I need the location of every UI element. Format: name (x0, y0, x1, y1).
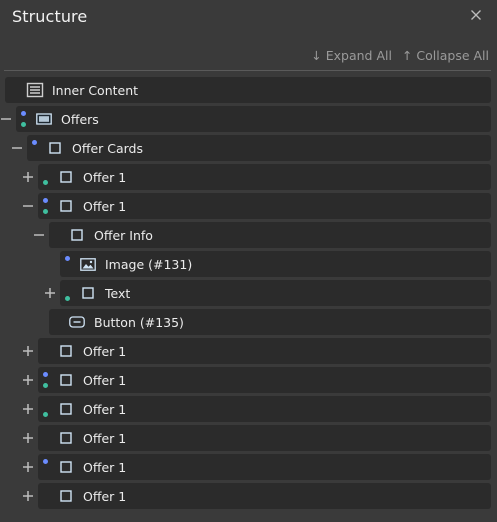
tree-item-label: Inner Content (52, 82, 139, 98)
status-dots (64, 281, 72, 305)
section-icon (34, 106, 54, 132)
expand-toggle[interactable] (22, 345, 34, 357)
blue-status-dot (21, 111, 26, 116)
tree-item[interactable]: Inner Content (5, 77, 491, 103)
status-dots (20, 107, 28, 131)
green-status-dot (43, 180, 48, 185)
plus-icon (23, 404, 33, 414)
tree-item-label: Offer 1 (83, 459, 127, 475)
tree-item-label: Offer 1 (83, 488, 127, 504)
tree-item-label: Offer 1 (83, 169, 127, 185)
plus-icon (23, 346, 33, 356)
container-icon (56, 483, 76, 509)
status-dots (64, 252, 72, 276)
blue-status-dot (43, 198, 48, 203)
container-icon (78, 280, 98, 306)
close-button[interactable] (467, 6, 485, 24)
minus-icon (34, 234, 44, 236)
image-icon (78, 251, 98, 277)
container-icon (45, 135, 65, 161)
tree-item-label: Offer 1 (83, 430, 127, 446)
collapse-toggle[interactable] (33, 229, 45, 241)
container-icon (56, 367, 76, 393)
tree-item[interactable]: Text (60, 280, 491, 306)
expand-toggle[interactable] (22, 490, 34, 502)
expand-toggle[interactable] (22, 403, 34, 415)
collapse-toggle[interactable] (0, 113, 12, 125)
tree-item[interactable]: Offer 1 (38, 425, 491, 451)
expand-toggle[interactable] (22, 461, 34, 473)
container-icon (56, 338, 76, 364)
status-dots (42, 455, 50, 479)
tree-item-label: Offers (61, 111, 99, 127)
green-status-dot (21, 122, 26, 127)
minus-icon (1, 118, 11, 120)
minus-icon (23, 205, 33, 207)
tree-item-label: Image (#131) (105, 256, 193, 272)
container-icon (56, 454, 76, 480)
panel-title: Structure (12, 7, 88, 26)
plus-icon (23, 172, 33, 182)
blue-status-dot (65, 256, 70, 261)
tree-item-label: Offer 1 (83, 372, 127, 388)
collapse-all-button[interactable]: ↑ Collapse All (402, 48, 489, 63)
plus-icon (23, 433, 33, 443)
tree-item-label: Offer 1 (83, 401, 127, 417)
expand-toggle[interactable] (44, 287, 56, 299)
container-icon (67, 222, 87, 248)
expand-toggle[interactable] (22, 374, 34, 386)
tree-item[interactable]: Offer Cards (27, 135, 491, 161)
container-icon (56, 193, 76, 219)
tree-item[interactable]: Offers (16, 106, 491, 132)
minus-icon (12, 147, 22, 149)
expand-toggle[interactable] (22, 432, 34, 444)
collapse-toggle[interactable] (22, 200, 34, 212)
tree-item-label: Button (#135) (94, 314, 184, 330)
tree-item[interactable]: Offer 1 (38, 193, 491, 219)
content-list-icon (25, 77, 45, 103)
tree-item[interactable]: Offer 1 (38, 483, 491, 509)
tree-item[interactable]: Button (#135) (49, 309, 491, 335)
tree-item-label: Offer Cards (72, 140, 144, 156)
tree-item[interactable]: Offer 1 (38, 454, 491, 480)
tree-item[interactable]: Offer 1 (38, 338, 491, 364)
status-dots (42, 397, 50, 421)
tree-item[interactable]: Image (#131) (60, 251, 491, 277)
tree-item[interactable]: Offer 1 (38, 396, 491, 422)
tree-item-label: Offer Info (94, 227, 153, 243)
plus-icon (45, 288, 55, 298)
container-icon (56, 425, 76, 451)
status-dots (42, 194, 50, 218)
status-dots (31, 136, 39, 160)
toolbar-divider (4, 70, 491, 71)
green-status-dot (43, 209, 48, 214)
tree-item-label: Offer 1 (83, 198, 127, 214)
green-status-dot (43, 412, 48, 417)
tree-toolbar: ↓ Expand All ↑ Collapse All (311, 48, 489, 63)
plus-icon (23, 462, 33, 472)
tree-item-label: Text (105, 285, 131, 301)
collapse-toggle[interactable] (11, 142, 23, 154)
plus-icon (23, 491, 33, 501)
green-status-dot (65, 296, 70, 301)
status-dots (42, 165, 50, 189)
tree-item-label: Offer 1 (83, 343, 127, 359)
tree-item[interactable]: Offer Info (49, 222, 491, 248)
close-icon (471, 10, 481, 20)
green-status-dot (43, 383, 48, 388)
blue-status-dot (32, 140, 37, 145)
tree-item[interactable]: Offer 1 (38, 367, 491, 393)
status-dots (42, 368, 50, 392)
expand-toggle[interactable] (22, 171, 34, 183)
button-icon (67, 309, 87, 335)
blue-status-dot (43, 372, 48, 377)
plus-icon (23, 375, 33, 385)
container-icon (56, 164, 76, 190)
blue-status-dot (43, 459, 48, 464)
container-icon (56, 396, 76, 422)
tree-item[interactable]: Offer 1 (38, 164, 491, 190)
expand-all-button[interactable]: ↓ Expand All (311, 48, 392, 63)
